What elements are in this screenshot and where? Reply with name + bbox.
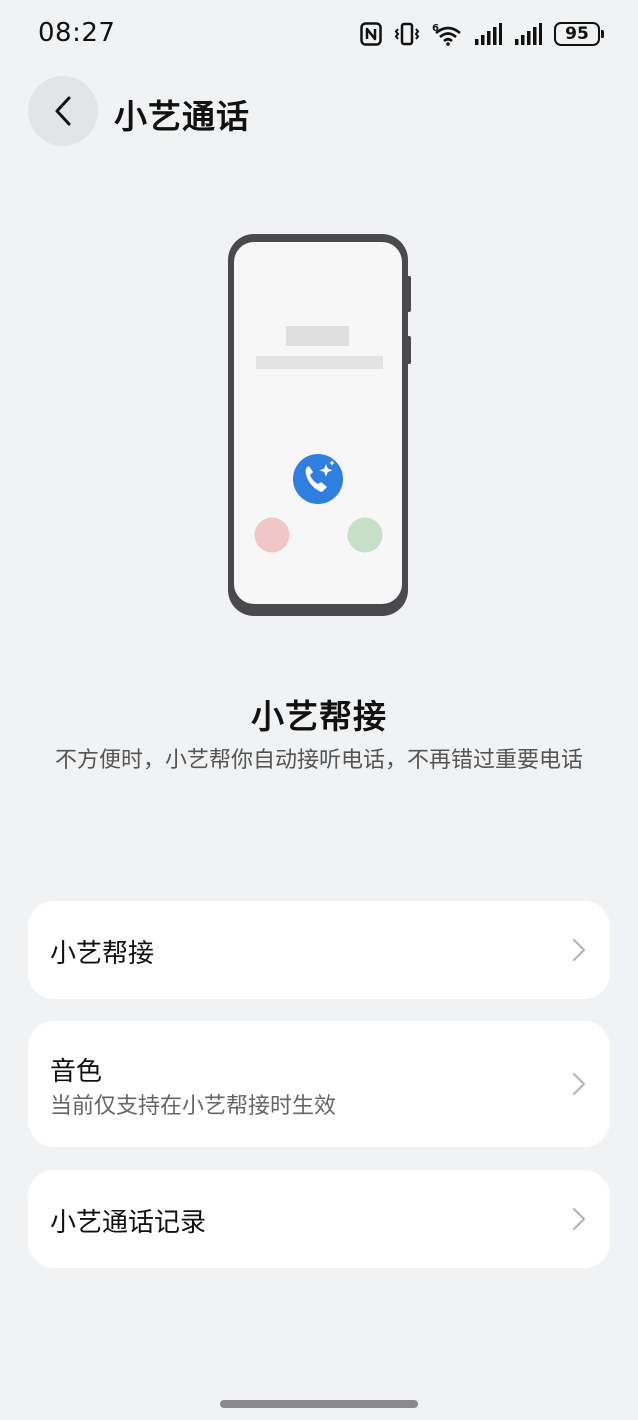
decline-call-icon <box>254 517 290 553</box>
accept-call-icon <box>347 517 383 553</box>
status-icons: 6 95 <box>360 20 604 48</box>
ai-call-icon <box>293 454 343 504</box>
settings-item-subtitle: 当前仅支持在小艺帮接时生效 <box>50 1094 337 1119</box>
battery-icon: 95 <box>554 22 604 46</box>
status-time: 08:27 <box>38 18 116 48</box>
phone-illustration <box>226 232 416 618</box>
chevron-right-icon <box>572 1072 586 1096</box>
feature-description: 不方便时，小艺帮你自动接听电话，不再错过重要电话 <box>54 748 583 773</box>
feature-title: 小艺帮接 <box>251 697 387 736</box>
screen: 08:27 6 95 小艺通话 小艺帮接 不方便时，小艺帮你自动接听电话，不再错… <box>0 0 638 1420</box>
settings-item-label: 音色 <box>50 1057 103 1087</box>
home-indicator[interactable] <box>220 1400 418 1408</box>
wifi-6-icon: 6 <box>432 22 462 46</box>
settings-item-label: 小艺通话记录 <box>50 1208 207 1238</box>
status-bar: 08:27 6 95 <box>0 0 638 64</box>
vibrate-icon <box>394 22 420 46</box>
chevron-left-icon <box>55 96 71 126</box>
signal-icon <box>474 23 502 45</box>
settings-item-call-history[interactable]: 小艺通话记录 <box>28 1170 610 1268</box>
back-button[interactable] <box>28 76 98 146</box>
battery-level: 95 <box>565 23 589 44</box>
settings-item-label: 小艺帮接 <box>50 939 155 969</box>
chevron-right-icon <box>572 938 586 962</box>
settings-item-auto-answer[interactable]: 小艺帮接 <box>28 901 610 999</box>
chevron-right-icon <box>572 1207 586 1231</box>
settings-item-voice[interactable]: 音色 当前仅支持在小艺帮接时生效 <box>28 1021 610 1147</box>
page-title: 小艺通话 <box>114 97 250 136</box>
nfc-icon <box>360 22 382 46</box>
signal-icon <box>514 23 542 45</box>
